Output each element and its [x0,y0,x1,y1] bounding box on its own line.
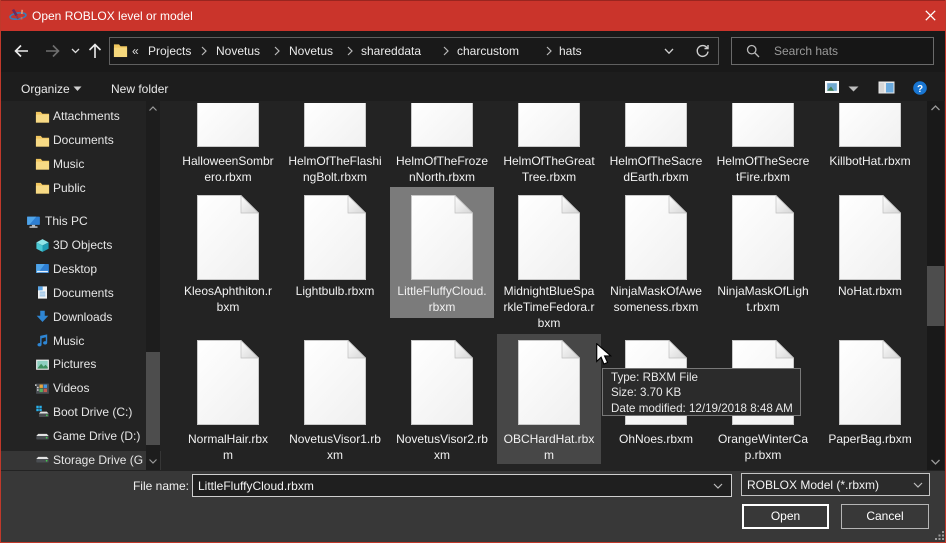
svg-text:?: ? [917,84,923,95]
